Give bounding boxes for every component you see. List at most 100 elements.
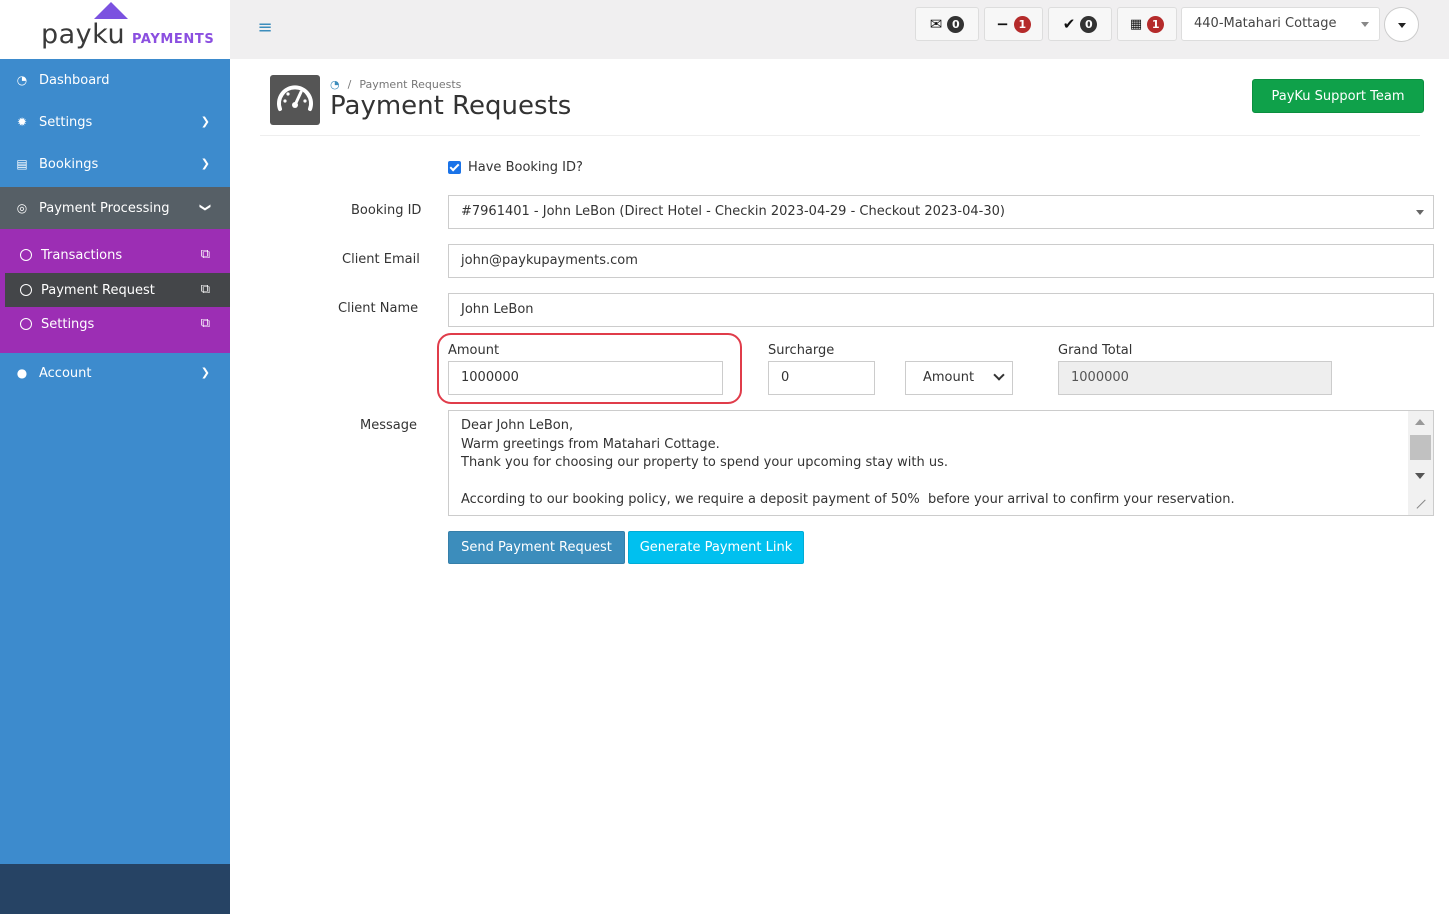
surcharge-type-value: Amount <box>923 370 975 385</box>
scroll-thumb[interactable] <box>1410 435 1431 460</box>
message-line: Warm greetings from Matahari Cottage. <box>461 436 720 452</box>
sidebar-item-label: Dashboard <box>39 72 110 88</box>
sidebar-item-label: Payment Processing <box>39 200 170 216</box>
submenu-item-label: Transactions <box>41 247 123 263</box>
grand-total-label: Grand Total <box>1058 343 1133 358</box>
external-link-icon: ⧉ <box>200 316 210 331</box>
submenu-item-label: Payment Request <box>41 282 155 298</box>
surcharge-value: 0 <box>781 370 790 385</box>
brand-sub: PAYMENTS <box>132 32 215 47</box>
calendar-icon: ▦ <box>1129 16 1143 32</box>
home-dashboard-icon[interactable]: ◔ <box>330 78 340 91</box>
sidebar-item-account[interactable]: ● Account ❯ <box>0 352 230 394</box>
sidebar-item-bookings[interactable]: ▤ Bookings ❯ <box>0 143 230 185</box>
calendar-badge: 1 <box>1147 15 1165 33</box>
external-link-icon: ⧉ <box>200 247 210 262</box>
page-title: Payment Requests <box>330 91 572 121</box>
confirmed-button[interactable]: ✔ 0 <box>1048 7 1112 41</box>
envelope-open-icon: ✉ <box>929 14 943 33</box>
breadcrumb: ◔ / Payment Requests <box>330 78 461 91</box>
circle-icon <box>20 249 32 261</box>
amount-value: 1000000 <box>461 370 519 385</box>
confirmed-badge: 0 <box>1080 15 1098 33</box>
circle-icon <box>20 318 32 330</box>
sidebar-footer <box>0 864 230 914</box>
brand-name: payku <box>41 19 126 50</box>
check-icon: ✔ <box>1062 14 1076 33</box>
client-email-value: john@paykupayments.com <box>461 253 638 268</box>
pending-badge: 1 <box>1013 15 1031 33</box>
dashboard-icon: ◔ <box>16 73 28 87</box>
sidebar-item-payment-processing[interactable]: ◎ Payment Processing ❯ <box>0 187 230 229</box>
property-select[interactable]: 440-Matahari Cottage <box>1181 7 1380 41</box>
message-textarea[interactable]: Dear John LeBon, Warm greetings from Mat… <box>448 410 1434 516</box>
sidebar-item-label: Bookings <box>39 156 99 172</box>
chevron-right-icon: ❯ <box>200 366 210 379</box>
chevron-down-icon <box>993 369 1005 381</box>
grand-total-input: 1000000 <box>1058 361 1332 395</box>
caret-down-icon <box>1361 22 1369 27</box>
message-line: Dear John LeBon, <box>461 418 574 433</box>
surcharge-type-select[interactable]: Amount <box>905 361 1013 395</box>
support-team-button[interactable]: PayKu Support Team <box>1252 79 1424 113</box>
client-name-input[interactable]: John LeBon <box>448 293 1434 327</box>
generate-payment-link-button[interactable]: Generate Payment Link <box>628 531 804 564</box>
logo-roof-icon <box>94 2 128 19</box>
grand-total-value: 1000000 <box>1071 370 1129 385</box>
sidebar-item-label: Account <box>39 365 92 381</box>
circle-icon <box>20 284 32 296</box>
list-icon: ▤ <box>16 157 28 171</box>
message-line: According to our booking policy, we requ… <box>461 492 1235 507</box>
sidebar-item-settings[interactable]: ✹ Settings ❯ <box>0 101 230 143</box>
have-booking-row: Have Booking ID? <box>448 160 583 175</box>
pending-button[interactable]: − 1 <box>984 7 1043 41</box>
target-icon: ◎ <box>16 201 28 215</box>
submenu-item-label: Settings <box>41 316 95 332</box>
external-link-icon: ⧉ <box>200 282 210 297</box>
client-name-label: Client Name <box>338 301 419 316</box>
caret-down-icon <box>1398 23 1406 28</box>
messages-badge: 0 <box>947 15 965 33</box>
booking-id-label: Booking ID <box>351 203 422 218</box>
minus-icon: − <box>996 14 1009 33</box>
sidebar-item-label: Settings <box>39 114 93 130</box>
have-booking-label: Have Booking ID? <box>468 160 583 175</box>
caret-down-icon <box>1416 210 1424 215</box>
booking-id-select[interactable]: #7961401 - John LeBon (Direct Hotel - Ch… <box>448 195 1434 229</box>
resize-grip-icon[interactable] <box>1416 499 1434 517</box>
calendar-button[interactable]: ▦ 1 <box>1117 7 1177 41</box>
client-name-value: John LeBon <box>461 302 534 317</box>
message-label: Message <box>360 418 417 433</box>
surcharge-label: Surcharge <box>768 343 835 358</box>
chevron-right-icon: ❯ <box>200 157 210 170</box>
message-line <box>461 473 1421 492</box>
amount-label: Amount <box>448 343 500 358</box>
have-booking-checkbox[interactable] <box>448 161 461 174</box>
messages-button[interactable]: ✉ 0 <box>915 7 979 41</box>
menu-toggle-icon[interactable]: ≡ <box>257 18 273 38</box>
breadcrumb-separator: / <box>347 78 352 91</box>
chevron-right-icon: ❯ <box>200 115 210 128</box>
top-bar: payku PAYMENTS ≡ ✉ 0 − 1 ✔ 0 ▦ 1 440-Mat… <box>0 0 1449 59</box>
amount-input[interactable]: 1000000 <box>448 361 723 395</box>
user-menu-button[interactable] <box>1384 7 1419 42</box>
message-line: Thank you for choosing our property to s… <box>461 455 949 470</box>
surcharge-input[interactable]: 0 <box>768 361 875 395</box>
gear-icon: ✹ <box>16 115 28 129</box>
submenu-item-transactions[interactable]: Transactions ⧉ <box>5 238 230 272</box>
user-icon: ● <box>16 366 28 380</box>
sidebar-item-dashboard[interactable]: ◔ Dashboard <box>0 59 230 101</box>
submenu-item-payment-request[interactable]: Payment Request ⧉ <box>5 273 230 307</box>
client-email-input[interactable]: john@paykupayments.com <box>448 244 1434 278</box>
send-payment-request-button[interactable]: Send Payment Request <box>448 531 625 564</box>
header-divider <box>260 135 1420 136</box>
message-scrollbar[interactable] <box>1408 411 1434 517</box>
client-email-label: Client Email <box>342 252 420 267</box>
speedometer-icon <box>270 75 320 125</box>
submenu-item-settings[interactable]: Settings ⧉ <box>5 307 230 341</box>
scroll-down-icon[interactable] <box>1415 473 1425 479</box>
chevron-down-icon: ❯ <box>198 202 212 213</box>
brand-logo[interactable]: payku PAYMENTS <box>0 0 230 59</box>
booking-id-value: #7961401 - John LeBon (Direct Hotel - Ch… <box>461 204 1005 219</box>
scroll-up-icon[interactable] <box>1415 419 1425 425</box>
